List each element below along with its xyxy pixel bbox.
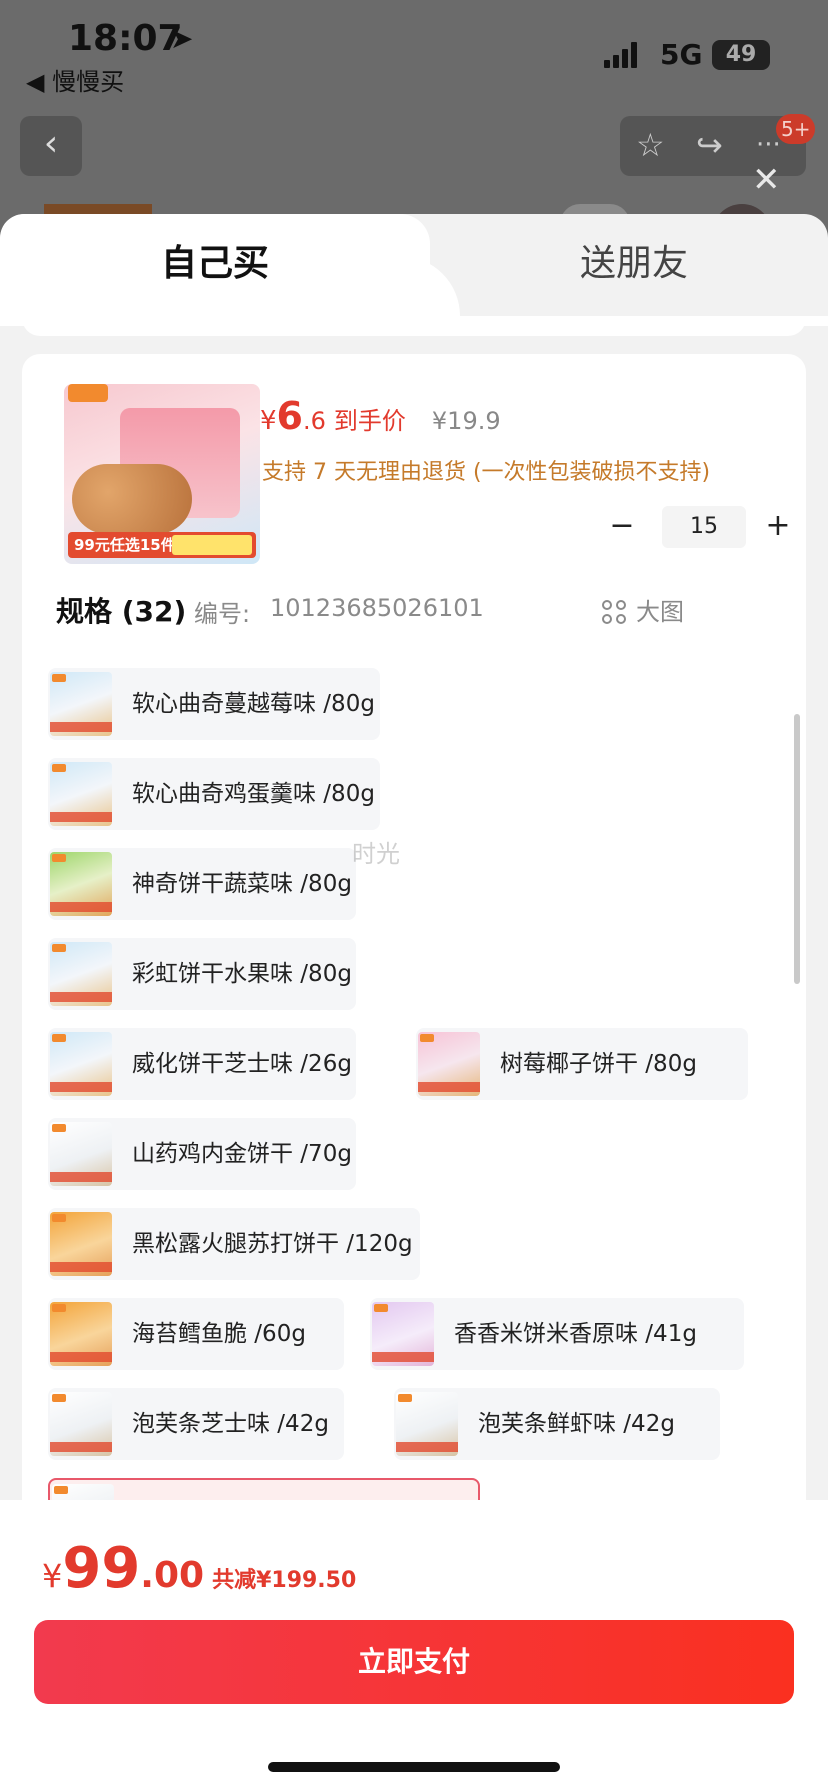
status-bar: 18:07 ➤ ◀ 慢慢买 5G 49: [0, 0, 828, 100]
option-thumbnail: [50, 1302, 112, 1366]
promo-highlight: [172, 535, 252, 555]
spec-option[interactable]: 黑松露火腿苏打饼干 /120g: [48, 1208, 420, 1280]
option-label: 威化饼干芝士味 /26g: [132, 1051, 352, 1077]
spec-code-label: 编号:: [194, 600, 251, 628]
return-policy-note: 支持 7 天无理由退货 (一次性包装破损不支持): [262, 460, 711, 485]
price-decimal: .6: [303, 407, 326, 435]
promo-banner: 99元任选15件: [68, 532, 256, 558]
tab-gift-to-friend[interactable]: 送朋友: [440, 214, 828, 316]
spec-title: 规格 (32): [56, 595, 187, 628]
tab-panel-edge: [22, 316, 806, 336]
brand-logo: [68, 384, 108, 402]
scrollbar[interactable]: [794, 714, 800, 984]
total-integer: 99: [62, 1536, 141, 1601]
product-snack: [72, 464, 192, 534]
option-thumbnail: [50, 942, 112, 1006]
total-saving: 共减¥199.50: [212, 1568, 357, 1593]
option-label: 软心曲奇蔓越莓味 /80g: [132, 691, 375, 717]
total-currency: ¥: [42, 1557, 63, 1595]
option-label: 神奇饼干蔬菜味 /80g: [132, 871, 352, 897]
product-image[interactable]: 99元任选15件: [64, 384, 260, 564]
close-icon[interactable]: ✕: [752, 160, 781, 200]
home-indicator[interactable]: [268, 1762, 560, 1772]
spec-option[interactable]: 山药鸡内金饼干 /70g: [48, 1118, 356, 1190]
favorite-star-icon[interactable]: ☆: [636, 126, 665, 164]
increase-button[interactable]: +: [758, 506, 798, 548]
spec-option[interactable]: 彩虹饼干水果味 /80g: [48, 938, 356, 1010]
price-line: ¥6.6 到手价 ¥19.9: [260, 394, 501, 438]
location-arrow-icon: ➤: [170, 22, 194, 55]
spec-option[interactable]: 香香米饼米香原味 /41g: [370, 1298, 744, 1370]
spec-option[interactable]: 海苔鳕鱼脆 /60g: [48, 1298, 344, 1370]
status-time: 18:07: [68, 18, 183, 59]
option-thumbnail: [396, 1392, 458, 1456]
option-thumbnail: [418, 1032, 480, 1096]
spec-option[interactable]: 软心曲奇蔓越莓味 /80g: [48, 668, 380, 740]
option-label: 香香米饼米香原味 /41g: [454, 1321, 697, 1347]
cellular-signal-icon: [604, 42, 638, 68]
promo-text: 99元任选15件: [74, 536, 176, 554]
option-label: 黑松露火腿苏打饼干 /120g: [132, 1231, 413, 1257]
spec-option[interactable]: 泡芙条芝士味 /42g: [48, 1388, 344, 1460]
spec-option[interactable]: 软心曲奇鸡蛋羹味 /80g: [48, 758, 380, 830]
option-thumbnail: [372, 1302, 434, 1366]
option-label: 软心曲奇鸡蛋羹味 /80g: [132, 781, 375, 807]
price-currency: ¥: [260, 406, 277, 436]
option-label: 泡芙条芝士味 /42g: [132, 1411, 329, 1437]
watermark: 时光: [352, 840, 400, 868]
network-type: 5G: [660, 38, 703, 71]
option-thumbnail: [50, 1032, 112, 1096]
big-picture-button[interactable]: 大图: [602, 592, 684, 627]
spec-code: 10123685026101: [270, 594, 484, 622]
option-thumbnail: [50, 852, 112, 916]
notification-badge: 5+: [776, 114, 816, 144]
spec-header: 规格 (32) 编号: 10123685026101 大图: [56, 590, 796, 630]
price-tag: 到手价: [333, 407, 406, 435]
grid-icon: [602, 600, 628, 626]
big-picture-label: 大图: [636, 598, 684, 626]
original-price: ¥19.9: [431, 407, 501, 435]
battery-icon: 49: [712, 40, 770, 70]
option-label: 山药鸡内金饼干 /70g: [132, 1141, 352, 1167]
share-icon[interactable]: ↪: [696, 126, 723, 164]
option-label: 树莓椰子饼干 /80g: [500, 1051, 697, 1077]
spec-option[interactable]: 泡芙条鲜虾味 /42g: [394, 1388, 720, 1460]
spec-option[interactable]: 神奇饼干蔬菜味 /80g: [48, 848, 356, 920]
option-thumbnail: [50, 1212, 112, 1276]
tab-buy-for-self[interactable]: 自己买: [0, 214, 460, 316]
quantity-input[interactable]: 15: [662, 506, 746, 548]
price-integer: 6: [276, 394, 303, 438]
total-decimal: .00: [140, 1555, 205, 1596]
product-card: 99元任选15件 ¥6.6 到手价 ¥19.9 支持 7 天无理由退货 (一次性包装…: [22, 354, 806, 1514]
option-thumbnail: [50, 762, 112, 826]
spec-option[interactable]: 威化饼干芝士味 /26g: [48, 1028, 356, 1100]
back-button[interactable]: ‹: [20, 116, 82, 176]
checkout-footer: ¥99.00 共减¥199.50 立即支付: [0, 1500, 828, 1792]
dimmed-backdrop[interactable]: 18:07 ➤ ◀ 慢慢买 5G 49 ‹ ☆ ↪ ··· 5+ ✕: [0, 0, 828, 244]
back-to-app-link[interactable]: ◀ 慢慢买: [26, 62, 124, 97]
option-thumbnail: [50, 1122, 112, 1186]
option-label: 彩虹饼干水果味 /80g: [132, 961, 352, 987]
option-thumbnail: [50, 1392, 112, 1456]
total-price: ¥99.00 共减¥199.50: [42, 1536, 356, 1601]
screen: 18:07 ➤ ◀ 慢慢买 5G 49 ‹ ☆ ↪ ··· 5+ ✕ 自己买 送…: [0, 0, 828, 1792]
decrease-button[interactable]: −: [602, 506, 642, 548]
option-label: 海苔鳕鱼脆 /60g: [132, 1321, 306, 1347]
option-label: 泡芙条鲜虾味 /42g: [478, 1411, 675, 1437]
pay-now-button[interactable]: 立即支付: [34, 1620, 794, 1704]
option-thumbnail: [50, 672, 112, 736]
spec-option[interactable]: 树莓椰子饼干 /80g: [416, 1028, 748, 1100]
